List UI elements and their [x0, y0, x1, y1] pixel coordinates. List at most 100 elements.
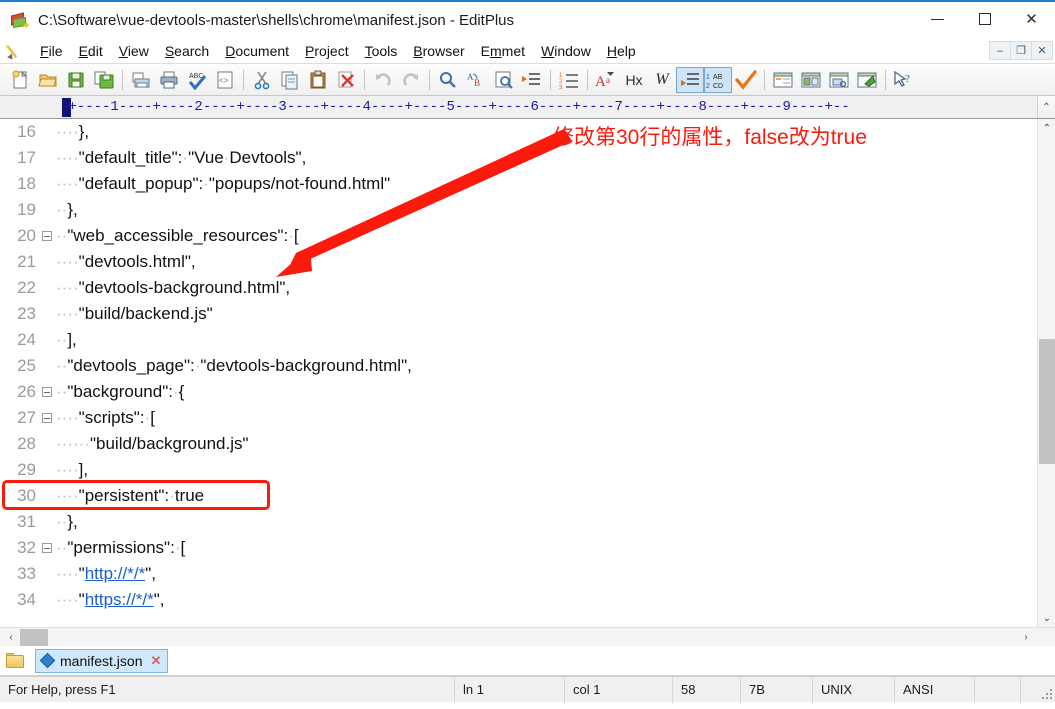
menu-browser[interactable]: Browser [405, 40, 472, 62]
horizontal-scrollbar[interactable]: ‹ › [0, 627, 1055, 646]
toolbar-separator [429, 69, 430, 90]
scroll-up-arrow[interactable]: ⌃ [1038, 119, 1055, 137]
resize-grip[interactable] [1041, 688, 1052, 699]
status-line: ln 1 [455, 676, 565, 703]
code-token: }, [78, 122, 90, 141]
delete-icon[interactable] [332, 67, 360, 93]
indent-icon[interactable] [676, 66, 704, 93]
directory-window-icon[interactable] [769, 67, 797, 93]
menu-tools[interactable]: Tools [357, 40, 406, 62]
find-icon[interactable] [434, 67, 462, 93]
menu-file[interactable]: File [32, 40, 71, 62]
code-line[interactable]: 24 ··], [0, 327, 1055, 353]
code-line[interactable]: 30 ····"persistent":·true [0, 483, 1055, 509]
code-url-link[interactable]: http://*/* [85, 564, 145, 583]
minimize-button[interactable] [914, 2, 961, 36]
code-line[interactable]: 29 ····], [0, 457, 1055, 483]
mdi-close-button[interactable]: ✕ [1031, 41, 1053, 60]
code-line[interactable]: 17 ····"default_title":·"Vue·Devtools", [0, 145, 1055, 171]
code-line[interactable]: 21 ····"devtools.html", [0, 249, 1055, 275]
mdi-minimize-button[interactable]: – [989, 41, 1011, 60]
code-line[interactable]: 33 ····"http://*/*", [0, 561, 1055, 587]
code-surface[interactable]: 16 ····}, 17 ····"default_title":·"Vue·Devt… [0, 119, 1055, 627]
fold-toggle-icon[interactable] [38, 387, 56, 397]
menu-document[interactable]: Document [217, 40, 297, 62]
view-source-icon[interactable]: <> [211, 67, 239, 93]
whitespace-marker: ···· [56, 460, 79, 479]
tab-close-icon[interactable]: ✕ [150, 654, 161, 667]
code-line[interactable]: 28 ······"build/background.js" [0, 431, 1055, 457]
scroll-right-arrow[interactable]: › [1017, 628, 1035, 647]
line-numbers-icon[interactable]: 1 2 3 [555, 67, 583, 93]
tab-manifest-json[interactable]: manifest.json ✕ [35, 648, 169, 673]
vertical-scroll-thumb[interactable] [1039, 339, 1055, 464]
vertical-scrollbar[interactable]: ⌃ ⌄ [1037, 119, 1055, 627]
menu-window[interactable]: Window [533, 40, 599, 62]
code-text: ··}, [56, 197, 78, 223]
print-icon[interactable] [155, 67, 183, 93]
status-offset: 58 [673, 676, 741, 703]
code-line[interactable]: 31 ··}, [0, 509, 1055, 535]
fold-toggle-icon[interactable] [38, 231, 56, 241]
cut-icon[interactable] [248, 67, 276, 93]
code-line[interactable]: 26 ··"background":·{ [0, 379, 1055, 405]
menu-project[interactable]: Project [297, 40, 357, 62]
goto-line-icon[interactable] [518, 67, 546, 93]
code-line[interactable]: 16 ····}, [0, 119, 1055, 145]
spell-check-icon[interactable]: ABC [183, 67, 211, 93]
change-case-icon[interactable]: A a [592, 67, 620, 93]
code-line[interactable]: 34 ····"https://*/*", [0, 587, 1055, 613]
menu-view[interactable]: View [111, 40, 157, 62]
tab-label: manifest.json [60, 652, 143, 669]
scroll-down-arrow[interactable]: ⌄ [1038, 609, 1055, 627]
ruler-caret-marker [62, 98, 71, 117]
print-preview-icon[interactable] [127, 67, 155, 93]
open-file-icon[interactable] [34, 67, 62, 93]
menu-edit[interactable]: Edit [71, 40, 111, 62]
line-number: 32 [17, 538, 36, 557]
code-line[interactable]: 22 ····"devtools-background.html", [0, 275, 1055, 301]
maximize-button[interactable] [961, 2, 1008, 36]
replace-icon[interactable]: A B [462, 67, 490, 93]
check-icon[interactable] [732, 67, 760, 93]
redo-icon[interactable] [397, 67, 425, 93]
cliptext-window-icon[interactable] [797, 67, 825, 93]
code-line[interactable]: 32 ··"permissions":·[ [0, 535, 1055, 561]
whitespace-marker: ·· [56, 382, 68, 401]
fold-toggle-icon[interactable] [38, 413, 56, 423]
code-line[interactable]: 18 ····"default_popup":·"popups/not-found… [0, 171, 1055, 197]
code-line[interactable]: 19 ··}, [0, 197, 1055, 223]
document-selector-icon[interactable] [825, 67, 853, 93]
new-file-icon[interactable] [6, 67, 34, 93]
folder-icon[interactable] [6, 652, 25, 669]
menu-emmet[interactable]: Emmet [473, 40, 533, 62]
menu-search[interactable]: Search [157, 40, 217, 62]
save-all-icon[interactable] [90, 67, 118, 93]
output-window-icon[interactable] [853, 67, 881, 93]
save-icon[interactable] [62, 67, 90, 93]
find-in-files-icon[interactable] [490, 67, 518, 93]
code-line[interactable]: 23 ····"build/backend.js" [0, 301, 1055, 327]
sort-icon[interactable]: 1 2 AB CD [704, 66, 732, 93]
code-line[interactable]: 25 ··"devtools_page":·"devtools-backgroun… [0, 353, 1055, 379]
code-url-link[interactable]: https://*/* [85, 590, 154, 609]
scroll-left-arrow[interactable]: ‹ [2, 628, 20, 647]
fold-toggle-icon[interactable] [38, 543, 56, 553]
undo-icon[interactable] [369, 67, 397, 93]
copy-icon[interactable] [276, 67, 304, 93]
window-title: C:\Software\vue-devtools-master\shells\c… [38, 11, 515, 29]
editplus-books-icon: ✦ [10, 10, 31, 32]
paste-icon[interactable] [304, 67, 332, 93]
horizontal-scroll-thumb[interactable] [20, 629, 48, 646]
word-wrap-icon[interactable]: W [648, 67, 676, 93]
code-token: Devtools", [229, 148, 307, 167]
mdi-restore-button[interactable]: ❐ [1010, 41, 1032, 60]
hex-view-icon[interactable]: Hx [620, 67, 648, 93]
scroll-up-button[interactable]: ⌃ [1037, 96, 1055, 118]
code-line[interactable]: 27 ····"scripts":·[ [0, 405, 1055, 431]
context-help-icon[interactable]: ? [890, 67, 918, 93]
close-button[interactable]: ✕ [1008, 2, 1055, 36]
menu-help[interactable]: Help [599, 40, 644, 62]
code-text: ··], [56, 327, 77, 353]
code-line[interactable]: 20 ··"web_accessible_resources":·[ [0, 223, 1055, 249]
